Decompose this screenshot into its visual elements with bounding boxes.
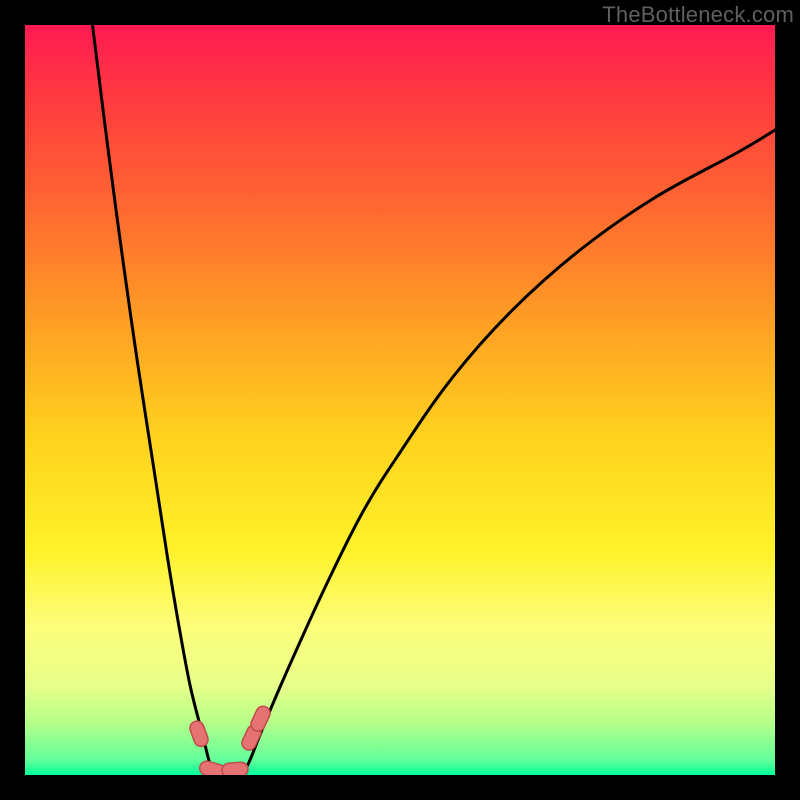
watermark-text: TheBottleneck.com bbox=[602, 2, 794, 28]
marker-right-tip-2 bbox=[249, 704, 273, 733]
marker-floor-right bbox=[221, 762, 248, 775]
series-left-branch bbox=[93, 25, 213, 775]
curve-group bbox=[93, 25, 776, 775]
chart-canvas: TheBottleneck.com bbox=[0, 0, 800, 800]
plot-area bbox=[25, 25, 775, 775]
chart-svg bbox=[25, 25, 775, 775]
marker-left-tip bbox=[188, 719, 210, 748]
series-right-branch bbox=[243, 130, 776, 775]
